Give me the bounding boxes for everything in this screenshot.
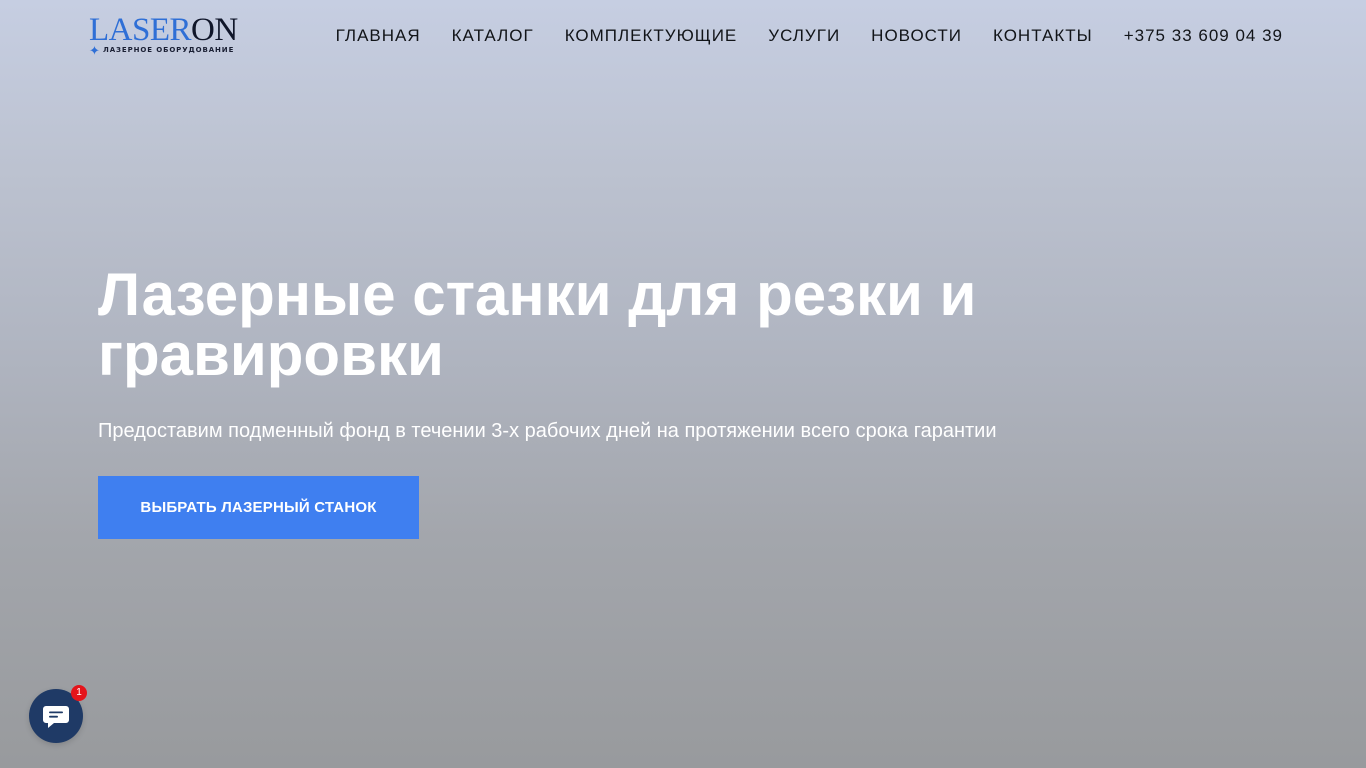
nav-item-contacts[interactable]: КОНТАКТЫ xyxy=(993,25,1093,47)
hero-subtitle: Предоставим подменный фонд в течении 3-х… xyxy=(98,420,997,442)
logo-laser-text: LASER xyxy=(89,12,192,48)
nav-item-components[interactable]: КОМПЛЕКТУЮЩИЕ xyxy=(565,25,738,47)
site-header: LASERON ✦ ЛАЗЕРНОЕ ОБОРУДОВАНИЕ ГЛАВНАЯ … xyxy=(0,0,1366,72)
nav-item-home[interactable]: ГЛАВНАЯ xyxy=(336,25,421,47)
hero-title: Лазерные станки для резки и гравировки xyxy=(98,261,977,388)
nav-item-services[interactable]: УСЛУГИ xyxy=(768,25,840,47)
main-nav: ГЛАВНАЯ КАТАЛОГ КОМПЛЕКТУЮЩИЕ УСЛУГИ НОВ… xyxy=(336,25,1283,47)
chat-bubble-icon xyxy=(42,703,70,729)
sparkle-icon: ✦ xyxy=(89,43,100,58)
chat-notification-badge: 1 xyxy=(71,685,87,701)
logo-on-text: ON xyxy=(191,12,238,48)
logo[interactable]: LASERON ✦ ЛАЗЕРНОЕ ОБОРУДОВАНИЕ xyxy=(89,14,239,60)
phone-link[interactable]: +375 33 609 04 39 xyxy=(1124,25,1283,47)
nav-item-catalog[interactable]: КАТАЛОГ xyxy=(452,25,534,47)
logo-wordmark: LASERON xyxy=(89,14,238,47)
logo-subtitle: ЛАЗЕРНОЕ ОБОРУДОВАНИЕ xyxy=(103,46,235,54)
nav-item-news[interactable]: НОВОСТИ xyxy=(871,25,962,47)
choose-laser-machine-button[interactable]: ВЫБРАТЬ ЛАЗЕРНЫЙ СТАНОК xyxy=(98,476,419,539)
